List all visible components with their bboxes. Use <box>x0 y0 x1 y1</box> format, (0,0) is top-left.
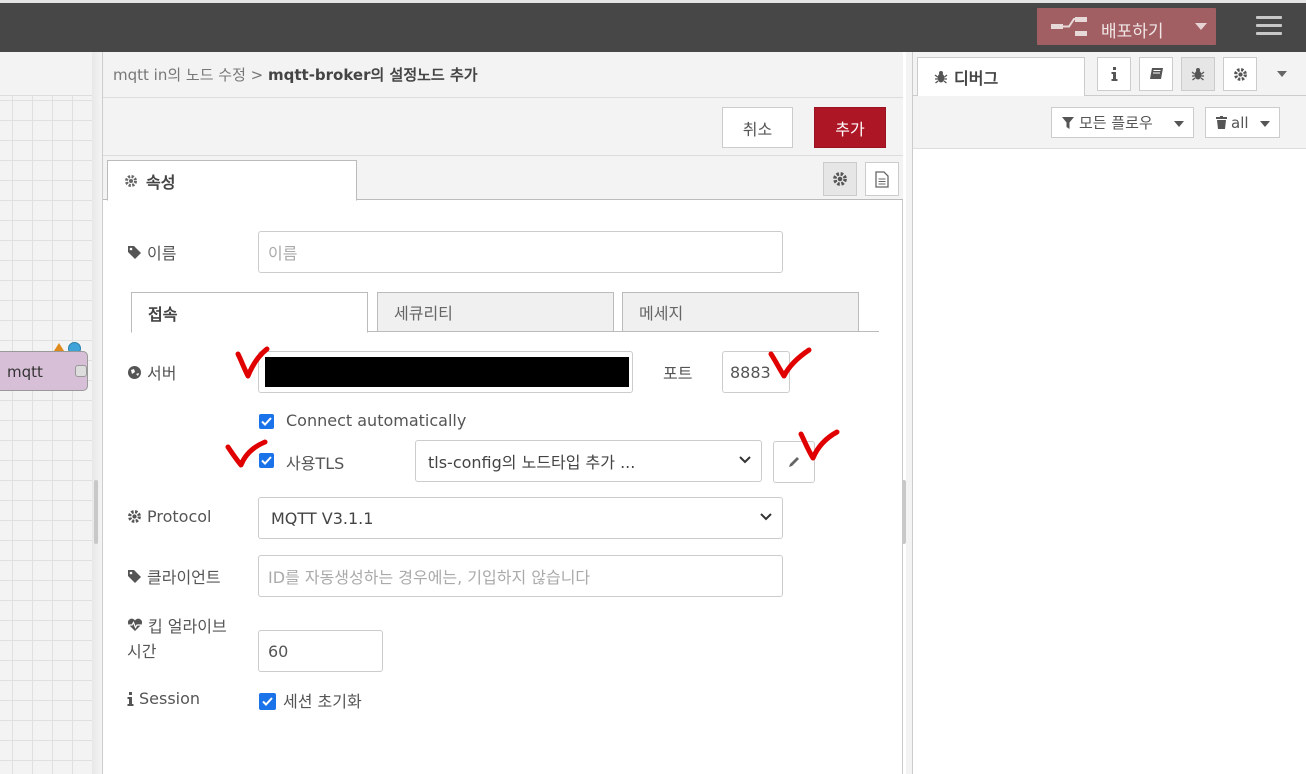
gear-icon <box>833 172 847 186</box>
gear-icon <box>1233 67 1247 81</box>
tag-icon <box>128 569 141 583</box>
tab-security[interactable]: 세큐리티 <box>377 292 614 332</box>
book-icon <box>1149 68 1163 79</box>
breadcrumb-current: mqtt-broker의 설정노드 추가 <box>267 66 478 84</box>
breadcrumb: mqtt in의 노드 수정 > mqtt-broker의 설정노드 추가 <box>113 64 478 85</box>
info-tab-button[interactable] <box>1097 57 1131 91</box>
node-description-button[interactable] <box>865 162 899 196</box>
chevron-down-icon <box>1174 121 1184 127</box>
clean-session-checkbox[interactable] <box>259 693 276 710</box>
tab-debug[interactable]: 디버그 <box>917 57 1085 97</box>
annotation-checkmark <box>225 439 268 468</box>
checkmark-icon <box>261 417 272 426</box>
bug-icon <box>1191 68 1205 81</box>
workspace-tabbar <box>0 52 92 96</box>
config-subtabs: 접속 세큐리티 메세지 <box>131 292 879 333</box>
port-label: 포트 <box>663 364 693 383</box>
tab-messages[interactable]: 메세지 <box>622 292 859 332</box>
info-icon <box>127 691 134 706</box>
document-icon <box>875 170 889 188</box>
mqtt-node[interactable]: mqtt <box>0 351 88 391</box>
keepalive-label-line2: 시간 <box>127 642 157 661</box>
workspace-resize-handle[interactable] <box>94 480 98 544</box>
name-label: 이름 <box>127 240 176 264</box>
tab-connection[interactable]: 접속 <box>131 292 368 333</box>
node-output-port[interactable] <box>75 365 87 377</box>
client-id-placeholder: ID를 자동생성하는 경우에는, 기입하지 않습니다 <box>268 568 591 587</box>
tab-properties[interactable]: 속성 <box>107 160 357 201</box>
tab-properties-label: 속성 <box>146 172 176 192</box>
server-label: 서버 <box>127 360 176 384</box>
tray-shadow <box>92 52 102 774</box>
node-red-editor: 배포하기 mqtt mqtt in의 노드 수정 > mqtt-broker의 … <box>0 0 1306 774</box>
keepalive-input[interactable]: 60 <box>258 630 383 672</box>
deploy-button[interactable]: 배포하기 <box>1037 8 1216 45</box>
debug-tab-button[interactable] <box>1181 57 1215 91</box>
session-label: Session <box>127 689 200 708</box>
name-input[interactable]: 이름 <box>258 231 783 273</box>
tag-icon <box>128 245 141 259</box>
client-id-input[interactable]: ID를 자동생성하는 경우에는, 기입하지 않습니다 <box>258 555 783 597</box>
protocol-label: Protocol <box>127 507 211 526</box>
gear-icon <box>125 174 137 187</box>
info-icon <box>1111 67 1117 81</box>
sidebar-resize-handle[interactable] <box>902 480 906 544</box>
connect-auto-label: Connect automatically <box>286 411 467 430</box>
protocol-select[interactable]: MQTT V3.1.1 <box>258 497 783 539</box>
name-placeholder: 이름 <box>268 244 298 263</box>
sidebar: 디버그 모든 플로우 all <box>912 52 1306 774</box>
tray-tab-strip: 속성 <box>103 156 903 201</box>
main-menu-icon[interactable] <box>1256 16 1282 36</box>
annotation-checkmark <box>235 346 270 379</box>
keepalive-label: 킵 얼라이브 <box>127 613 227 637</box>
deploy-label: 배포하기 <box>1101 22 1164 42</box>
add-button[interactable]: 추가 <box>814 107 886 148</box>
annotation-checkmark <box>798 429 840 461</box>
heartbeat-icon <box>127 618 143 631</box>
tray-header: mqtt in의 노드 수정 > mqtt-broker의 설정노드 추가 <box>103 52 903 98</box>
sidebar-tabbar: 디버그 <box>913 52 1306 97</box>
gear-icon <box>128 510 141 523</box>
breadcrumb-parent[interactable]: mqtt in의 노드 수정 > <box>113 66 268 84</box>
cancel-button[interactable]: 취소 <box>722 107 793 148</box>
trash-icon <box>1216 116 1227 129</box>
globe-icon <box>128 365 141 379</box>
editor-tray: mqtt in의 노드 수정 > mqtt-broker의 설정노드 추가 취소… <box>102 52 903 774</box>
node-settings-button[interactable] <box>823 162 857 196</box>
use-tls-label: 사용TLS <box>286 454 345 473</box>
header-bar: 배포하기 <box>0 0 1306 52</box>
tls-config-select[interactable]: tls-config의 노드타입 추가 ... <box>415 440 762 482</box>
connect-auto-checkbox[interactable] <box>259 414 274 429</box>
sidebar-menu-dropdown-icon[interactable] <box>1277 71 1287 77</box>
debug-clear-button[interactable]: all <box>1205 107 1280 138</box>
mqtt-node-label: mqtt <box>7 363 43 381</box>
clean-session-label: 세션 초기화 <box>283 692 362 711</box>
debug-toolbar: 모든 플로우 all <box>913 96 1306 149</box>
checkmark-icon <box>262 697 273 706</box>
chevron-down-icon <box>760 513 772 521</box>
debug-filter-button[interactable]: 모든 플로우 <box>1051 107 1194 138</box>
filter-icon <box>1062 116 1074 129</box>
workspace-canvas[interactable] <box>0 52 92 774</box>
deploy-icon <box>1051 17 1087 36</box>
tray-toolbar: 취소 추가 <box>103 98 903 156</box>
client-label: 클라이언트 <box>127 564 221 588</box>
annotation-checkmark <box>768 347 812 379</box>
chevron-down-icon <box>1260 121 1270 127</box>
redacted-server-value <box>265 357 629 387</box>
chevron-down-icon <box>739 456 751 464</box>
help-tab-button[interactable] <box>1139 57 1173 91</box>
header-top-edge <box>0 0 1306 3</box>
bug-icon <box>934 71 948 84</box>
config-tab-button[interactable] <box>1223 57 1257 91</box>
deploy-dropdown-icon[interactable] <box>1195 23 1207 30</box>
